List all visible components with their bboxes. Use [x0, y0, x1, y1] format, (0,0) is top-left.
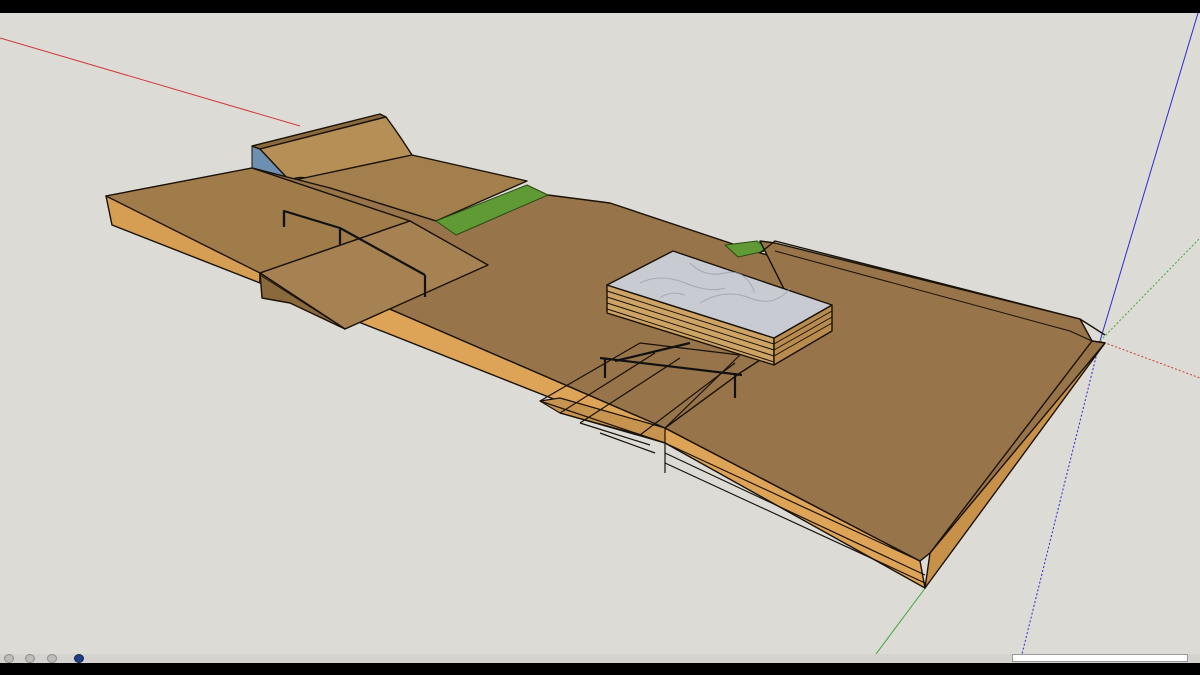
- window-title-bar: [0, 0, 1200, 13]
- measurements-input[interactable]: [1012, 654, 1188, 662]
- instructor-icon[interactable]: [74, 654, 84, 663]
- red-axis: [0, 37, 301, 127]
- scene-canvas[interactable]: [0, 13, 1200, 654]
- help-icon[interactable]: [47, 654, 57, 663]
- green-axis: [875, 586, 927, 654]
- credits-icon[interactable]: [25, 654, 35, 663]
- geo-location-icon[interactable]: [4, 654, 14, 663]
- red-axis-hidden: [1099, 340, 1200, 379]
- skatepark-model[interactable]: [105, 113, 1106, 589]
- status-strip: [0, 654, 1200, 663]
- status-bar: [0, 654, 1200, 675]
- modeling-viewport[interactable]: [0, 13, 1200, 654]
- blue-axis: [1099, 13, 1199, 342]
